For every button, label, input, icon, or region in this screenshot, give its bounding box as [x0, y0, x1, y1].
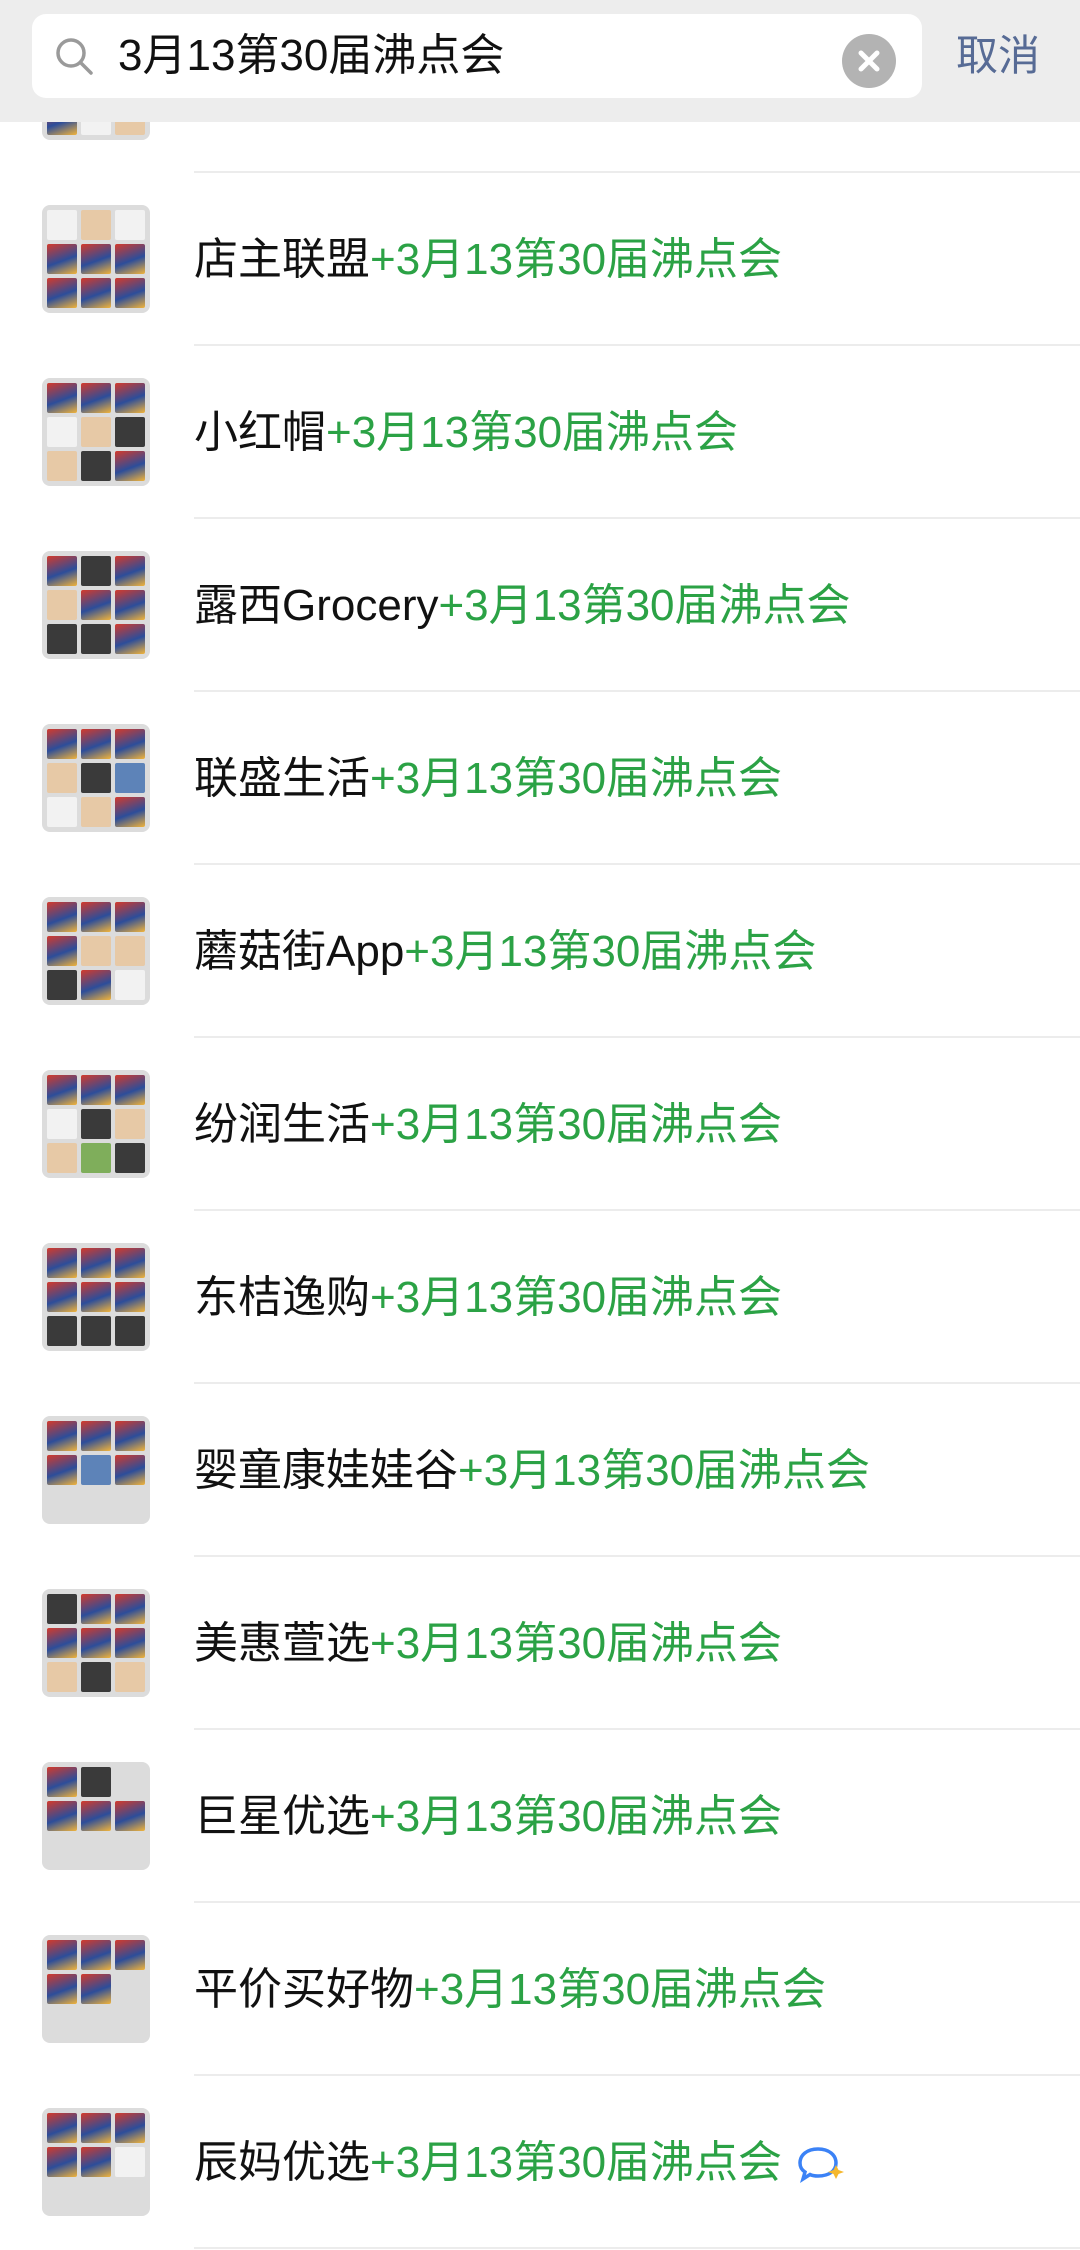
clear-icon[interactable] — [842, 34, 896, 88]
search-bar[interactable]: 3月13第30届沸点会 — [32, 14, 922, 98]
match-highlight: +3月13第30届沸点会 — [370, 1100, 783, 1149]
match-highlight: +3月13第30届沸点会 — [370, 1619, 783, 1668]
list-item[interactable]: 美惠萱选+3月13第30届沸点会 — [0, 1557, 1080, 1730]
row-divider — [194, 2247, 1080, 2249]
group-avatar — [42, 1243, 150, 1351]
cancel-button[interactable]: 取消 — [956, 14, 1040, 98]
chat-bubble-icon — [798, 2147, 845, 2184]
group-name: 平价买好物 — [194, 1965, 414, 2014]
group-title: 店主联盟+3月13第30届沸点会 — [194, 173, 782, 346]
match-highlight: +3月13第30届沸点会 — [370, 235, 783, 284]
group-avatar — [42, 2108, 150, 2216]
group-title: 小红帽+3月13第30届沸点会 — [194, 346, 738, 519]
match-highlight: +3月13第30届沸点会 — [414, 1965, 827, 2014]
group-avatar — [42, 378, 150, 486]
list-item[interactable]: 辰妈优选+3月13第30届沸点会 — [0, 2076, 1080, 2249]
list-item[interactable]: 联盛生活+3月13第30届沸点会 — [0, 692, 1080, 865]
search-results-list: 店主联盟+3月13第30届沸点会 小红帽+3月13第30届沸点会 露西Grocery… — [0, 122, 1080, 2250]
list-item[interactable]: 露西Grocery+3月13第30届沸点会 — [0, 519, 1080, 692]
match-highlight: +3月13第30届沸点会 — [326, 408, 739, 457]
search-header: 3月13第30届沸点会 取消 — [0, 0, 1080, 122]
group-title: 联盛生活+3月13第30届沸点会 — [194, 692, 782, 865]
group-avatar — [42, 205, 150, 313]
group-title: 纷润生活+3月13第30届沸点会 — [194, 1038, 782, 1211]
group-avatar — [42, 122, 150, 140]
group-avatar — [42, 1762, 150, 1870]
group-title: 平价买好物+3月13第30届沸点会 — [194, 1903, 826, 2076]
list-item[interactable]: 小红帽+3月13第30届沸点会 — [0, 346, 1080, 519]
list-item[interactable]: 东桔逸购+3月13第30届沸点会 — [0, 1211, 1080, 1384]
group-avatar — [42, 1589, 150, 1697]
group-name: 联盛生活 — [194, 754, 370, 803]
group-avatar — [42, 1935, 150, 2043]
match-highlight: +3月13第30届沸点会 — [370, 1792, 783, 1841]
group-avatar — [42, 897, 150, 1005]
group-title: 露西Grocery+3月13第30届沸点会 — [194, 519, 851, 692]
list-item[interactable]: 纷润生活+3月13第30届沸点会 — [0, 1038, 1080, 1211]
group-title: 辰妈优选+3月13第30届沸点会 — [194, 2076, 846, 2249]
list-item-partial[interactable] — [0, 122, 1080, 173]
list-item[interactable]: 婴童康娃娃谷+3月13第30届沸点会 — [0, 1384, 1080, 1557]
search-icon — [56, 38, 93, 75]
group-title: 美惠萱选+3月13第30届沸点会 — [194, 1557, 782, 1730]
list-item[interactable]: 平价买好物+3月13第30届沸点会 — [0, 1903, 1080, 2076]
group-name: 巨星优选 — [194, 1792, 370, 1841]
match-highlight: +3月13第30届沸点会 — [458, 1446, 871, 1495]
group-title: 婴童康娃娃谷+3月13第30届沸点会 — [194, 1384, 870, 1557]
group-avatar — [42, 551, 150, 659]
list-item[interactable]: 蘑菇街App+3月13第30届沸点会 — [0, 865, 1080, 1038]
group-avatar — [42, 1070, 150, 1178]
list-item[interactable]: 巨星优选+3月13第30届沸点会 — [0, 1730, 1080, 1903]
match-highlight: +3月13第30届沸点会 — [370, 754, 783, 803]
list-item[interactable]: 店主联盟+3月13第30届沸点会 — [0, 173, 1080, 346]
group-title: 巨星优选+3月13第30届沸点会 — [194, 1730, 782, 1903]
group-name: 辰妈优选 — [194, 2138, 370, 2187]
group-name: 露西Grocery — [194, 581, 439, 630]
match-highlight: +3月13第30届沸点会 — [404, 927, 817, 976]
group-name: 婴童康娃娃谷 — [194, 1446, 458, 1495]
group-title: 东桔逸购+3月13第30届沸点会 — [194, 1211, 782, 1384]
group-name: 美惠萱选 — [194, 1619, 370, 1668]
group-name: 纷润生活 — [194, 1100, 370, 1149]
match-highlight: +3月13第30届沸点会 — [370, 1273, 783, 1322]
group-avatar — [42, 1416, 150, 1524]
group-avatar — [42, 724, 150, 832]
group-name: 东桔逸购 — [194, 1273, 370, 1322]
group-title: 蘑菇街App+3月13第30届沸点会 — [194, 865, 816, 1038]
group-name: 店主联盟 — [194, 235, 370, 284]
search-input[interactable]: 3月13第30届沸点会 — [118, 14, 504, 98]
match-highlight: +3月13第30届沸点会 — [438, 581, 851, 630]
match-highlight: +3月13第30届沸点会 — [370, 2138, 783, 2187]
group-name: 蘑菇街App — [194, 927, 405, 976]
group-name: 小红帽 — [194, 408, 326, 457]
